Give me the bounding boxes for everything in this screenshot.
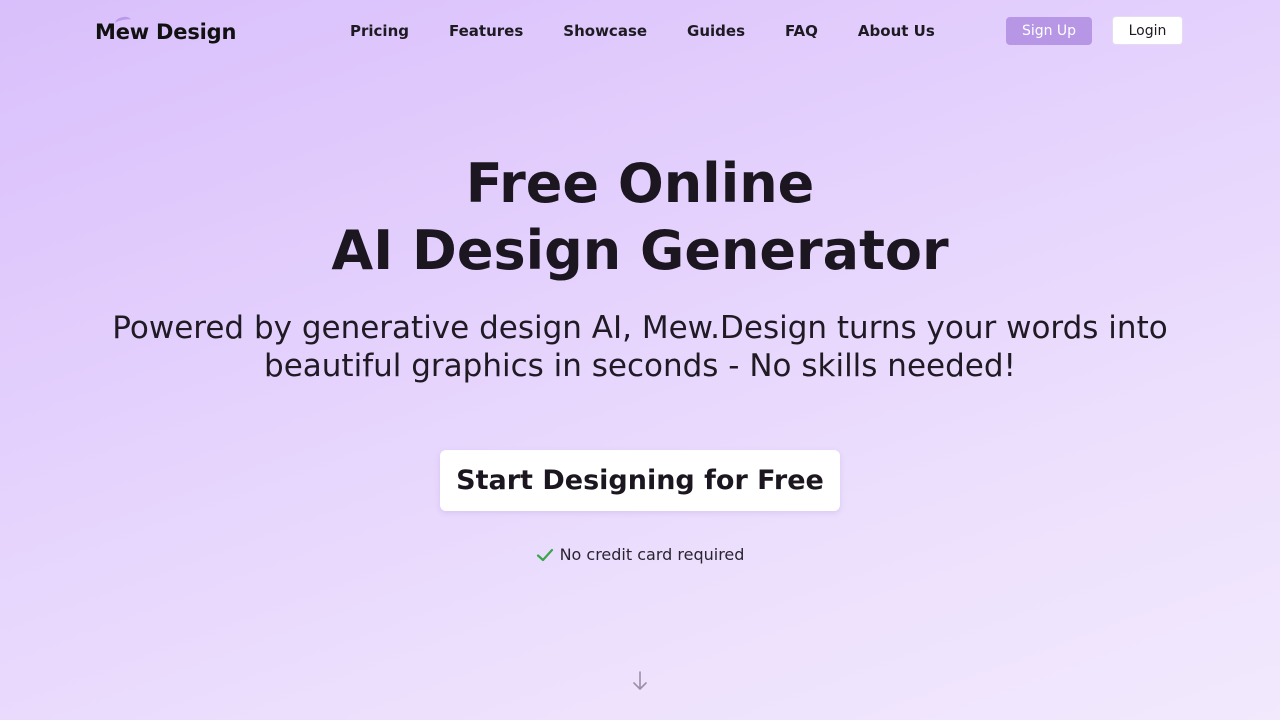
login-button[interactable]: Login [1112, 16, 1183, 45]
no-credit-card-note: No credit card required [0, 545, 1280, 564]
top-navigation: Mew Design Pricing Features Showcase Gui… [0, 0, 1280, 62]
nav-link-features[interactable]: Features [429, 20, 543, 42]
hero-title-line-2: AI Design Generator [331, 219, 949, 282]
nav-link-pricing[interactable]: Pricing [330, 20, 429, 42]
nav-link-guides[interactable]: Guides [667, 20, 765, 42]
nav-links: Pricing Features Showcase Guides FAQ Abo… [330, 20, 955, 42]
sign-up-button[interactable]: Sign Up [1006, 17, 1092, 45]
hero-title-line-1: Free Online [465, 152, 815, 215]
check-icon [536, 548, 553, 561]
start-designing-button[interactable]: Start Designing for Free [440, 450, 840, 511]
hero-title: Free Online AI Design Generator [0, 150, 1280, 284]
brand-logo[interactable]: Mew Design [95, 20, 236, 44]
hero-subtitle: Powered by generative design AI, Mew.Des… [112, 310, 1168, 384]
no-credit-card-text: No credit card required [559, 545, 745, 564]
nav-link-faq[interactable]: FAQ [765, 20, 838, 42]
nav-link-showcase[interactable]: Showcase [543, 20, 667, 42]
nav-link-about-us[interactable]: About Us [838, 20, 955, 42]
arrow-down-icon[interactable] [631, 670, 649, 692]
